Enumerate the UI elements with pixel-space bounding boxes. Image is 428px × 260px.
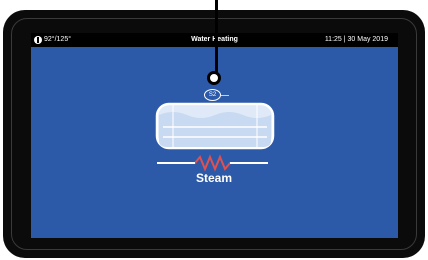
pointer-line bbox=[215, 0, 218, 72]
probe-tick bbox=[221, 95, 229, 96]
probe-s2-label[interactable]: S2 bbox=[204, 89, 221, 101]
pointer-marker-icon bbox=[207, 71, 221, 85]
tank-icon[interactable] bbox=[153, 101, 277, 173]
date-time: 11:25 | 30 May 2019 bbox=[324, 36, 388, 43]
tank-steam-label: Steam bbox=[195, 171, 233, 185]
